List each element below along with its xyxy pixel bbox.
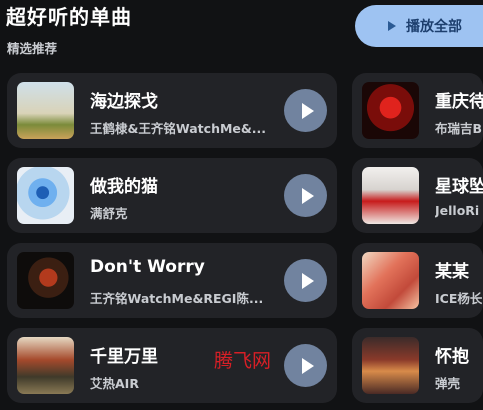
- play-icon: [301, 187, 314, 204]
- song-title: 做我的猫: [90, 177, 158, 197]
- song-artist: 艾热AIR: [90, 376, 139, 391]
- song-title: 某某: [435, 262, 469, 282]
- song-artist: 满舒克: [90, 206, 128, 221]
- play-all-button[interactable]: 播放全部: [355, 5, 483, 47]
- song-card[interactable]: 星球坠 JelloRi: [352, 158, 483, 233]
- play-button[interactable]: [284, 174, 327, 217]
- song-artist: 王齐铭WatchMe&REGI陈...: [90, 291, 264, 306]
- song-title: 星球坠: [435, 177, 483, 197]
- song-title: 千里万里: [90, 347, 158, 367]
- play-icon: [301, 357, 314, 374]
- song-artist: ICE杨长: [435, 291, 483, 306]
- song-artist: 王鹤棣&王齐铭WatchMe&...: [90, 121, 267, 136]
- song-title: 重庆待: [435, 92, 483, 112]
- single-songs-section: 超好听的单曲 精选推荐 播放全部 海边探戈 王鹤棣&王齐铭WatchMe&...…: [0, 0, 483, 410]
- album-cover: [362, 337, 419, 394]
- song-title: Don't Worry: [90, 257, 205, 277]
- album-cover: [17, 337, 74, 394]
- play-button[interactable]: [284, 344, 327, 387]
- song-title: 海边探戈: [90, 92, 158, 112]
- album-cover: [362, 252, 419, 309]
- play-icon: [301, 272, 314, 289]
- song-card[interactable]: 海边探戈 王鹤棣&王齐铭WatchMe&...: [7, 73, 337, 148]
- album-cover: [17, 167, 74, 224]
- album-cover: [362, 167, 419, 224]
- song-card[interactable]: 重庆待 布瑞吉B: [352, 73, 483, 148]
- song-card[interactable]: 某某 ICE杨长: [352, 243, 483, 318]
- song-card[interactable]: 怀抱 弹壳: [352, 328, 483, 403]
- song-artist: 布瑞吉B: [435, 121, 483, 136]
- section-title: 超好听的单曲: [6, 5, 132, 29]
- play-icon: [301, 102, 314, 119]
- song-card[interactable]: 做我的猫 满舒克: [7, 158, 337, 233]
- song-artist: JelloRi: [435, 203, 480, 218]
- play-button[interactable]: [284, 89, 327, 132]
- song-artist: 弹壳: [435, 376, 461, 391]
- play-all-label: 播放全部: [406, 19, 462, 35]
- album-cover: [17, 252, 74, 309]
- song-card[interactable]: 千里万里 艾热AIR: [7, 328, 337, 403]
- play-button[interactable]: [284, 259, 327, 302]
- album-cover: [362, 82, 419, 139]
- album-cover: [17, 82, 74, 139]
- song-title: 怀抱: [435, 347, 469, 367]
- song-card[interactable]: Don't Worry 王齐铭WatchMe&REGI陈...: [7, 243, 337, 318]
- watermark-text: 腾飞网: [214, 350, 272, 372]
- section-subtitle: 精选推荐: [7, 41, 58, 56]
- play-icon: [388, 21, 396, 31]
